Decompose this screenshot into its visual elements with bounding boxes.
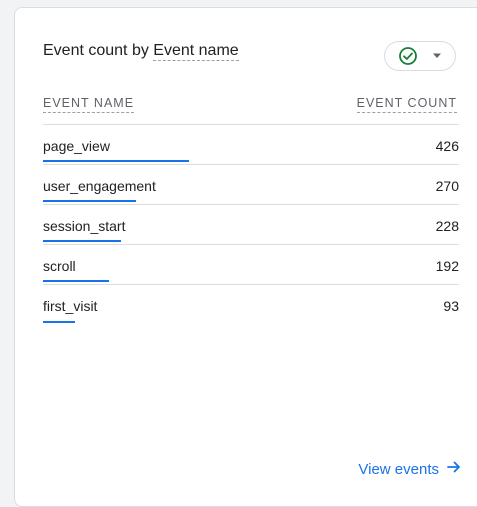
event-count-column-header[interactable]: EVENT COUNT [356, 96, 457, 113]
event-share-bar [43, 321, 75, 323]
table-row[interactable]: scroll 192 [43, 245, 459, 285]
event-count: 228 [435, 218, 459, 234]
event-name: first_visit [43, 298, 98, 314]
status-dropdown-button[interactable] [384, 41, 456, 71]
table-row[interactable]: first_visit 93 [43, 285, 459, 325]
event-name: scroll [43, 258, 76, 274]
event-name-column-header[interactable]: EVENT NAME [43, 96, 135, 113]
event-count: 426 [435, 138, 459, 154]
card-title-dimension[interactable]: Event name [153, 42, 239, 61]
view-events-link[interactable]: View events [358, 460, 461, 478]
event-table: page_view 426 user_engagement 270 sessio… [43, 125, 459, 325]
event-share-bar [43, 200, 136, 202]
event-name: session_start [43, 218, 126, 234]
card-title-prefix: Event count by [43, 42, 154, 59]
event-count: 270 [435, 178, 459, 194]
event-name: page_view [43, 138, 110, 154]
table-row[interactable]: page_view 426 [43, 125, 459, 165]
event-name: user_engagement [43, 178, 156, 194]
event-share-bar [43, 160, 189, 162]
card-title: Event count by Event name [43, 41, 239, 61]
table-row[interactable]: user_engagement 270 [43, 165, 459, 205]
event-count: 192 [435, 258, 459, 274]
event-share-bar [43, 280, 109, 282]
check-circle-icon [398, 46, 418, 66]
event-count: 93 [443, 298, 459, 314]
caret-down-icon [432, 53, 442, 59]
event-count-card: Event count by Event name EVENT NAME EVE… [14, 7, 477, 507]
arrow-right-icon [447, 460, 461, 478]
view-events-label: View events [358, 460, 439, 478]
table-row[interactable]: session_start 228 [43, 205, 459, 245]
event-share-bar [43, 240, 121, 242]
